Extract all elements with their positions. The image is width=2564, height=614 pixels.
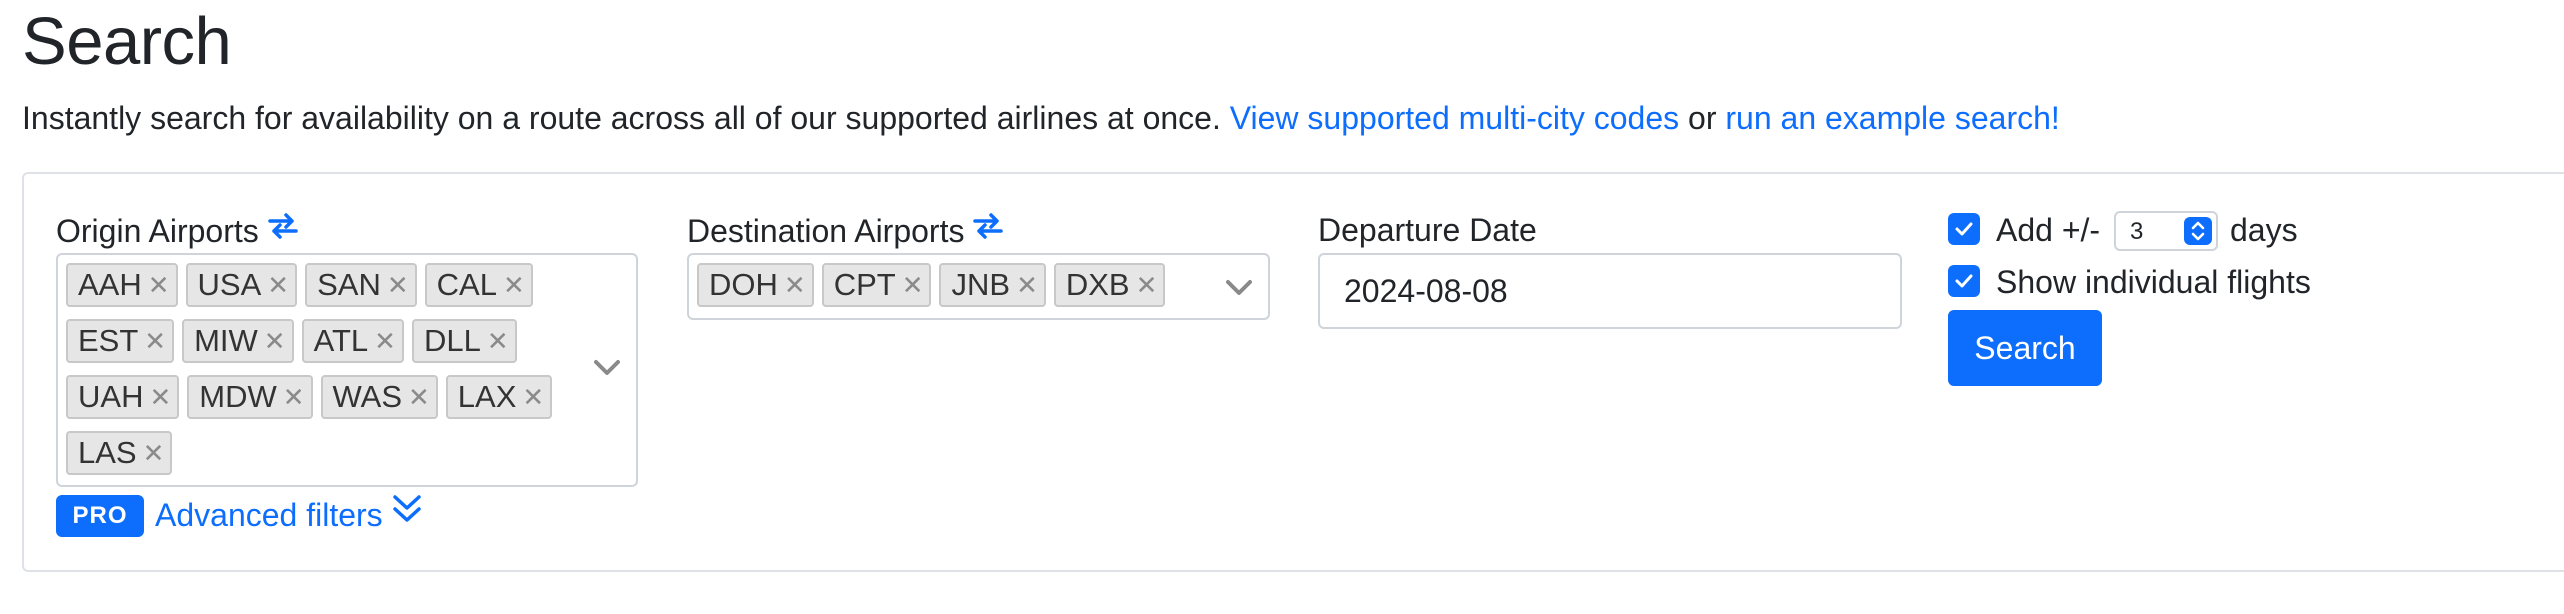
airport-chip-label: DLL [423,323,481,358]
airport-chip: MIW ✕ [182,319,294,363]
remove-x-icon[interactable]: ✕ [144,326,166,357]
check-icon [1955,222,1973,236]
remove-x-icon[interactable]: ✕ [374,326,396,357]
origin-airports-label-text: Origin Airports [56,212,259,249]
airport-chip-label: DXB [1065,267,1130,302]
airport-chip-label: CAL [436,267,497,302]
individual-flights-checkbox[interactable] [1948,265,1980,297]
check-icon [1955,274,1973,288]
swap-icon[interactable] [267,210,299,251]
airport-chip: JNB ✕ [939,263,1046,307]
airport-chip-label: AAH [78,267,142,302]
example-search-link[interactable]: run an example search! [1725,100,2059,136]
remove-x-icon[interactable]: ✕ [143,438,165,469]
airport-chip: WAS ✕ [320,375,438,419]
flex-days-value: 3 [2130,218,2144,245]
origin-airports-label: Origin Airports [56,210,299,251]
flex-days-checkbox[interactable] [1948,213,1980,245]
airport-chip: ATL ✕ [301,319,404,363]
airport-chip-label: DOH [709,267,778,302]
airport-chip-label: MDW [199,379,277,414]
page-description: Instantly search for availability on a r… [22,96,2060,140]
remove-x-icon[interactable]: ✕ [387,270,409,301]
flex-days-suffix: days [2230,212,2298,248]
airport-chip: CAL ✕ [424,263,533,307]
departure-date-input[interactable] [1318,253,1902,329]
airport-chip-label: SAN [317,267,381,302]
remove-x-icon[interactable]: ✕ [264,326,286,357]
airport-chip-label: UAH [78,379,144,414]
airport-chip-label: LAX [457,379,517,414]
airport-chip-label: WAS [332,379,402,414]
lead-text: Instantly search for availability on a r… [22,100,1221,136]
advanced-filters-link[interactable]: Advanced filters [155,492,423,537]
remove-x-icon[interactable]: ✕ [522,382,544,413]
airport-chip-label: MIW [194,323,258,358]
airport-chip: SAN ✕ [305,263,417,307]
airport-chip-label: CPT [833,267,896,302]
airport-chip: DLL ✕ [411,319,517,363]
remove-x-icon[interactable]: ✕ [487,326,509,357]
flex-days-stepper[interactable]: 3 [2114,211,2218,251]
airport-chip-label: EST [78,323,139,358]
remove-x-icon[interactable]: ✕ [1016,270,1038,301]
pro-badge: PRO [56,495,144,537]
remove-x-icon[interactable]: ✕ [784,270,806,301]
individual-flights-label: Show individual flights [1996,264,2311,300]
remove-x-icon[interactable]: ✕ [149,382,171,413]
swap-icon[interactable] [972,210,1004,251]
remove-x-icon[interactable]: ✕ [902,270,924,301]
airport-chip-label: JNB [951,267,1011,302]
flex-days-prefix: Add +/- [1996,212,2101,248]
airport-chip-label: LAS [78,435,137,470]
airport-chip: DOH ✕ [697,263,814,307]
airport-chip: DXB ✕ [1053,263,1166,307]
destination-airports-label-text: Destination Airports [687,212,965,249]
airport-chip: USA ✕ [185,263,298,307]
airport-chip: MDW ✕ [187,375,313,419]
airport-chip: EST ✕ [66,319,175,363]
remove-x-icon[interactable]: ✕ [1136,270,1158,301]
chevron-down-icon[interactable] [592,357,622,384]
origin-airports-select[interactable]: AAH ✕ USA ✕ SAN ✕ CAL ✕ EST ✕ MIW ✕ ATL ✕ DLL ✕ UAH ✕ MDW ✕… [56,253,638,487]
departure-date-label: Departure Date [1318,212,1537,248]
advanced-filters-label: Advanced filters [155,496,383,533]
page-title: Search [22,4,232,79]
destination-airports-label: Destination Airports [687,210,1004,251]
remove-x-icon[interactable]: ✕ [503,270,525,301]
double-chevron-down-icon [391,492,423,537]
airport-chip-label: USA [197,267,262,302]
stepper-arrows-icon[interactable] [2184,217,2212,245]
airport-chip: LAX ✕ [445,375,553,419]
airport-chip: CPT ✕ [821,263,932,307]
remove-x-icon[interactable]: ✕ [267,270,289,301]
airport-chip: LAS ✕ [66,431,173,475]
lead-or-text: or [1688,100,1717,136]
airport-chip-label: ATL [313,323,369,358]
remove-x-icon[interactable]: ✕ [283,382,305,413]
origin-chip-list: AAH ✕ USA ✕ SAN ✕ CAL ✕ EST ✕ MIW ✕ ATL ✕ DLL ✕ UAH ✕ MDW ✕… [66,263,566,487]
destination-chip-list: DOH ✕ CPT ✕ JNB ✕ DXB ✕ [697,263,1217,319]
remove-x-icon[interactable]: ✕ [408,382,430,413]
destination-airports-select[interactable]: DOH ✕ CPT ✕ JNB ✕ DXB ✕ [687,253,1270,320]
chevron-down-icon[interactable] [1224,277,1254,304]
multicity-codes-link[interactable]: View supported multi-city codes [1230,100,1679,136]
remove-x-icon[interactable]: ✕ [148,270,170,301]
search-button[interactable]: Search [1948,310,2102,386]
airport-chip: AAH ✕ [66,263,178,307]
airport-chip: UAH ✕ [66,375,180,419]
